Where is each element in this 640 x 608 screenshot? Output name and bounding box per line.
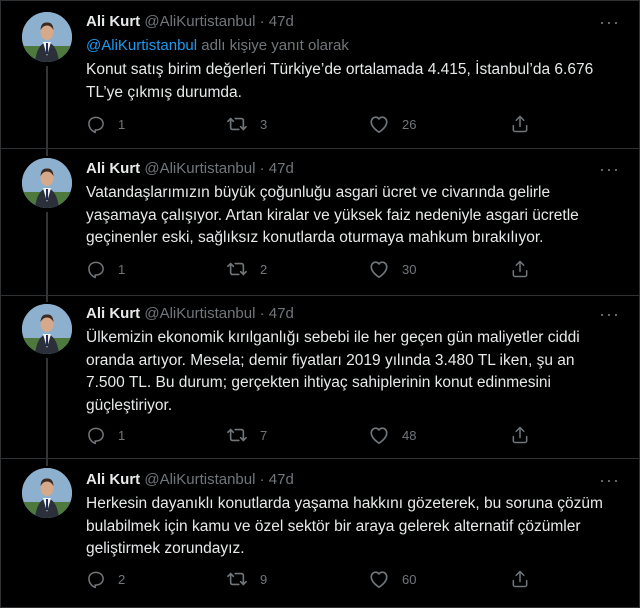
avatar-image [22, 158, 72, 208]
retweet-icon [227, 117, 247, 131]
avatar-image [22, 304, 72, 354]
like-count: 48 [402, 427, 417, 443]
reply-count: 1 [118, 116, 126, 132]
separator-dot: · [259, 13, 265, 30]
reply-icon [88, 571, 104, 589]
retweet-icon [227, 428, 247, 442]
separator-dot: · [259, 305, 265, 322]
tweet-divider [0, 148, 640, 149]
retweet-icon [227, 572, 247, 586]
like-button[interactable]: 60 [368, 569, 416, 589]
retweet-count: 9 [260, 571, 268, 587]
author-handle[interactable]: @AliKurtistanbul [144, 471, 255, 488]
retweet-button[interactable]: 3 [226, 114, 267, 134]
more-options-icon[interactable]: ··· [599, 12, 620, 32]
reply-button[interactable]: 1 [86, 114, 125, 134]
like-button[interactable]: 48 [368, 425, 416, 445]
reply-count: 1 [118, 427, 126, 443]
reply-button[interactable]: 2 [86, 569, 125, 589]
like-count: 26 [402, 116, 417, 132]
tweet-divider [0, 295, 640, 296]
separator-dot: · [259, 471, 265, 488]
tweet-time[interactable]: 47d [269, 305, 294, 322]
retweet-button[interactable]: 9 [226, 569, 267, 589]
like-icon [370, 427, 388, 444]
share-icon [512, 426, 528, 444]
tweet-text: Ülkemizin ekonomik kırılganlığı sebebi i… [86, 329, 580, 414]
reply-context: @AliKurtistanbul adlı kişiye yanıt olara… [86, 36, 349, 56]
share-icon [512, 570, 528, 588]
thread-line [46, 212, 48, 302]
retweet-count: 3 [260, 116, 268, 132]
tweet-header: Ali Kurt @AliKurtistanbul · 47d [86, 304, 294, 324]
like-button[interactable]: 26 [368, 114, 416, 134]
reply-count: 1 [118, 261, 126, 277]
like-count: 30 [402, 261, 417, 277]
tweet-text: Vatandaşlarımızın büyük çoğunluğu asgari… [86, 184, 579, 246]
avatar[interactable] [22, 304, 72, 354]
author-name[interactable]: Ali Kurt [86, 160, 140, 177]
tweet-header: Ali Kurt @AliKurtistanbul · 47d [86, 470, 294, 490]
share-icon [512, 260, 528, 278]
retweet-count: 2 [260, 261, 268, 277]
tweet-time[interactable]: 47d [269, 13, 294, 30]
author-name[interactable]: Ali Kurt [86, 305, 140, 322]
share-button[interactable] [510, 569, 530, 589]
reply-button[interactable]: 1 [86, 425, 125, 445]
avatar-image [22, 468, 72, 518]
tweet-actions: 1 2 30 [86, 259, 536, 281]
avatar[interactable] [22, 468, 72, 518]
share-icon [512, 115, 528, 133]
avatar[interactable] [22, 12, 72, 62]
reply-count: 2 [118, 571, 126, 587]
reply-button[interactable]: 1 [86, 259, 125, 279]
author-handle[interactable]: @AliKurtistanbul [144, 13, 255, 30]
share-button[interactable] [510, 425, 530, 445]
tweet-header: Ali Kurt @AliKurtistanbul · 47d [86, 159, 294, 179]
retweet-button[interactable]: 2 [226, 259, 267, 279]
tweet-divider [0, 458, 640, 459]
separator-dot: · [259, 160, 265, 177]
tweet-text: Herkesin dayanıklı konutlarda yaşama hak… [86, 495, 603, 557]
like-icon [370, 571, 388, 588]
tweet-actions: 1 7 48 [86, 425, 536, 447]
share-button[interactable] [510, 114, 530, 134]
retweet-icon [227, 262, 247, 276]
tweet-actions: 2 9 60 [86, 569, 536, 591]
like-button[interactable]: 30 [368, 259, 416, 279]
reply-icon [88, 427, 104, 445]
more-options-icon[interactable]: ··· [599, 470, 620, 490]
tweet-time[interactable]: 47d [269, 160, 294, 177]
tweet-text: Konut satış birim değerleri Türkiye’de o… [86, 61, 594, 101]
retweet-button[interactable]: 7 [226, 425, 267, 445]
author-handle[interactable]: @AliKurtistanbul [144, 160, 255, 177]
thread-line [46, 66, 48, 156]
reply-icon [88, 261, 104, 279]
thread-line [46, 358, 48, 466]
tweet-actions: 1 3 26 [86, 114, 536, 136]
tweet-time[interactable]: 47d [269, 471, 294, 488]
more-options-icon[interactable]: ··· [599, 304, 620, 324]
more-options-icon[interactable]: ··· [599, 159, 620, 179]
author-handle[interactable]: @AliKurtistanbul [144, 305, 255, 322]
like-icon [370, 261, 388, 278]
like-count: 60 [402, 571, 417, 587]
like-icon [370, 116, 388, 133]
retweet-count: 7 [260, 427, 268, 443]
author-name[interactable]: Ali Kurt [86, 471, 140, 488]
reply-mention-link[interactable]: @AliKurtistanbul [86, 37, 197, 54]
avatar-image [22, 12, 72, 62]
avatar[interactable] [22, 158, 72, 208]
author-name[interactable]: Ali Kurt [86, 13, 140, 30]
share-button[interactable] [510, 259, 530, 279]
reply-context-text: adlı kişiye yanıt olarak [197, 37, 349, 54]
tweet-header: Ali Kurt @AliKurtistanbul · 47d [86, 12, 294, 32]
reply-icon [88, 116, 104, 134]
